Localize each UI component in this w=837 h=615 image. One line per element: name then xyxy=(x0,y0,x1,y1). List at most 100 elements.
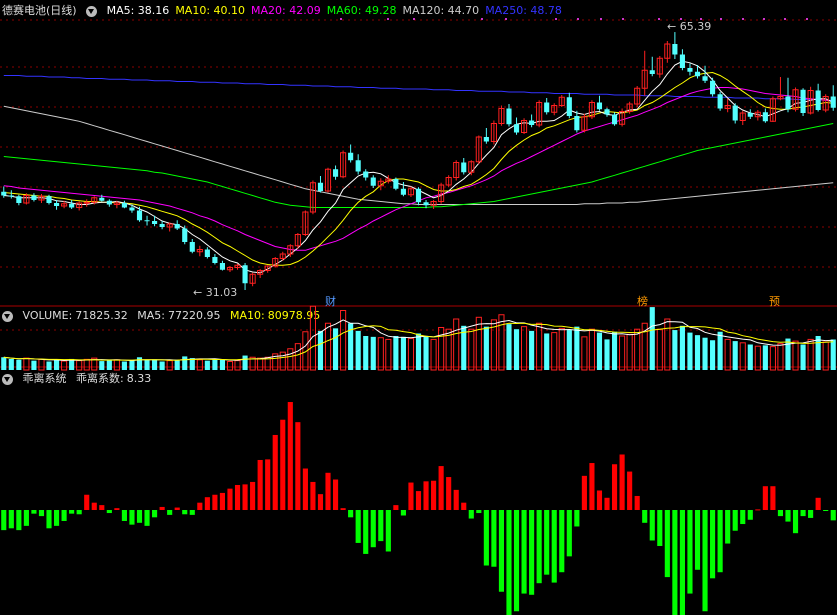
signal-dot xyxy=(387,18,389,20)
oscillator-bar xyxy=(498,510,505,592)
oscillator-bar xyxy=(762,486,768,510)
oscillator-bar xyxy=(227,488,233,510)
oscillator-bar xyxy=(182,510,188,515)
oscillator-bar xyxy=(800,510,806,517)
high-value: 65.39 xyxy=(679,20,712,33)
volume-bar xyxy=(1,357,7,370)
oscillator-bar xyxy=(46,510,52,529)
oscillator-bar xyxy=(53,510,60,526)
oscillator-bar xyxy=(777,510,784,517)
candle-body xyxy=(747,113,753,117)
volume-bar xyxy=(182,356,188,370)
volume-bar xyxy=(377,337,384,371)
volume-bar xyxy=(415,333,422,370)
oscillator-bar xyxy=(559,510,565,573)
oscillator-bar xyxy=(1,510,7,531)
oscillator-bar xyxy=(566,510,572,557)
oscillator-bar xyxy=(167,510,173,515)
volume-bar xyxy=(483,326,489,370)
volume-bar xyxy=(99,361,105,370)
oscillator-bar xyxy=(830,510,836,521)
volume-bar xyxy=(649,307,655,370)
volume-bar xyxy=(529,330,535,370)
volume-bar xyxy=(513,329,520,370)
volume-bar xyxy=(574,326,580,370)
candle-body xyxy=(363,171,369,178)
marker-cai[interactable]: 财 xyxy=(325,293,336,309)
oscillator-bar xyxy=(272,434,278,510)
marker-bang[interactable]: 榜 xyxy=(637,293,648,309)
volume-bar xyxy=(430,338,437,371)
candle-body xyxy=(393,179,399,189)
volume-bar xyxy=(324,322,332,371)
marker-yu[interactable]: 预 xyxy=(769,293,780,309)
volume-bar xyxy=(521,326,528,371)
volume-bar xyxy=(656,328,663,371)
volume-bar xyxy=(551,332,558,371)
candle-body xyxy=(212,257,218,263)
oscillator-bars xyxy=(1,402,836,615)
candle-body xyxy=(506,108,512,125)
volume-bar xyxy=(226,361,234,371)
oscillator-bar xyxy=(129,510,135,525)
oscillator-bar xyxy=(717,510,723,573)
candle-body xyxy=(604,109,610,115)
oscillator-bar xyxy=(250,481,256,510)
candle-body xyxy=(483,137,489,142)
oscillator-bar xyxy=(611,464,618,510)
oscillator-bar xyxy=(257,459,263,510)
volume-bar xyxy=(106,360,112,370)
oscillator-bar xyxy=(627,471,633,510)
volume-bar xyxy=(242,355,248,370)
volume-bar xyxy=(53,359,60,370)
low-label: ← 31.03 xyxy=(193,286,238,299)
oscillator-bar xyxy=(400,510,406,516)
signal-dot xyxy=(505,18,507,20)
oscillator-bar xyxy=(431,480,437,510)
volume-bar xyxy=(152,359,158,370)
oscillator-bar xyxy=(242,484,248,510)
candle-body xyxy=(159,224,165,227)
candle-body xyxy=(46,196,52,203)
oscillator-bar xyxy=(664,510,670,578)
candle-body xyxy=(53,203,60,206)
signal-dot xyxy=(577,18,579,20)
volume-bar xyxy=(581,336,588,371)
volume-bar xyxy=(475,316,482,371)
volume-bar xyxy=(544,333,550,370)
oscillator-bar xyxy=(544,510,550,575)
signal-dot xyxy=(413,18,415,20)
candle-body xyxy=(99,197,105,201)
oscillator-bar xyxy=(747,510,753,520)
candle-body xyxy=(83,201,90,204)
signal-dot xyxy=(622,18,624,20)
volume-bar xyxy=(702,337,708,370)
oscillator-bar xyxy=(792,510,799,534)
volume-bar xyxy=(664,318,671,371)
oscillator-bar xyxy=(38,510,45,517)
volume-bar xyxy=(317,330,324,370)
signal-dot xyxy=(340,18,342,20)
volume-bar xyxy=(747,344,753,370)
oscillator-bar xyxy=(76,510,82,515)
oscillator-bar xyxy=(99,505,105,510)
oscillator-bar xyxy=(687,510,693,594)
candle-body xyxy=(242,265,248,284)
volume-bar xyxy=(166,360,173,371)
oscillator-bar xyxy=(61,510,67,521)
oscillator-bar xyxy=(461,502,467,510)
volume-bar xyxy=(762,345,768,370)
volume-bar xyxy=(393,336,399,370)
oscillator-bar xyxy=(295,422,301,510)
volume-bar xyxy=(626,333,633,371)
oscillator-bar xyxy=(340,508,346,510)
oscillator-bar xyxy=(408,482,414,510)
oscillator-bar xyxy=(310,481,316,510)
volume-bar xyxy=(596,332,603,370)
candle-body xyxy=(106,200,112,205)
oscillator-bar xyxy=(84,494,90,510)
oscillator-bar xyxy=(453,489,459,510)
oscillator-bar xyxy=(770,486,776,510)
stock-chart xyxy=(0,18,837,615)
volume-bar xyxy=(724,338,731,371)
